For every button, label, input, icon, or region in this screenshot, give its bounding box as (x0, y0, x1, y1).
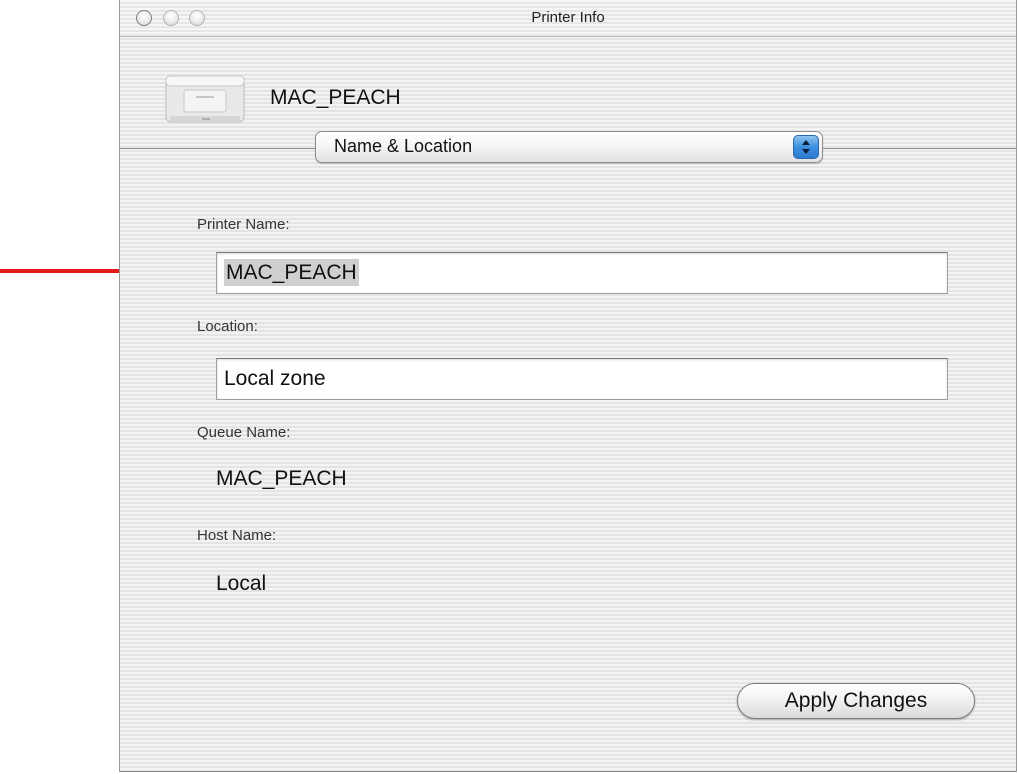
queue-name-value: MAC_PEACH (216, 467, 347, 490)
host-name-label: Host Name: (197, 527, 277, 544)
printer-name-field[interactable]: MAC_PEACH (216, 252, 948, 294)
apply-changes-button[interactable]: Apply Changes (737, 683, 975, 719)
divider-left (120, 148, 316, 149)
screenshot-stage: Printer Info MAC_PEACH Name & Location P… (0, 0, 1018, 774)
printer-info-window: Printer Info MAC_PEACH Name & Location P… (119, 0, 1017, 772)
host-name-value: Local (216, 572, 267, 595)
title-bar[interactable]: Printer Info (120, 0, 1016, 37)
location-label: Location: (197, 318, 258, 335)
queue-name-label: Queue Name: (197, 424, 291, 441)
divider-right (820, 148, 1016, 149)
location-field-text: Local zone (224, 367, 326, 390)
window-title: Printer Info (531, 9, 605, 26)
location-field[interactable]: Local zone (216, 358, 948, 400)
info-panel-popup-label: Name & Location (334, 136, 473, 156)
popup-arrows-icon (793, 135, 819, 159)
printer-name-heading: MAC_PEACH (270, 86, 401, 109)
printer-name-label: Printer Name: (197, 216, 290, 233)
printer-icon (165, 75, 245, 123)
info-panel-popup[interactable]: Name & Location (315, 131, 823, 163)
printer-name-field-text: MAC_PEACH (224, 259, 359, 286)
